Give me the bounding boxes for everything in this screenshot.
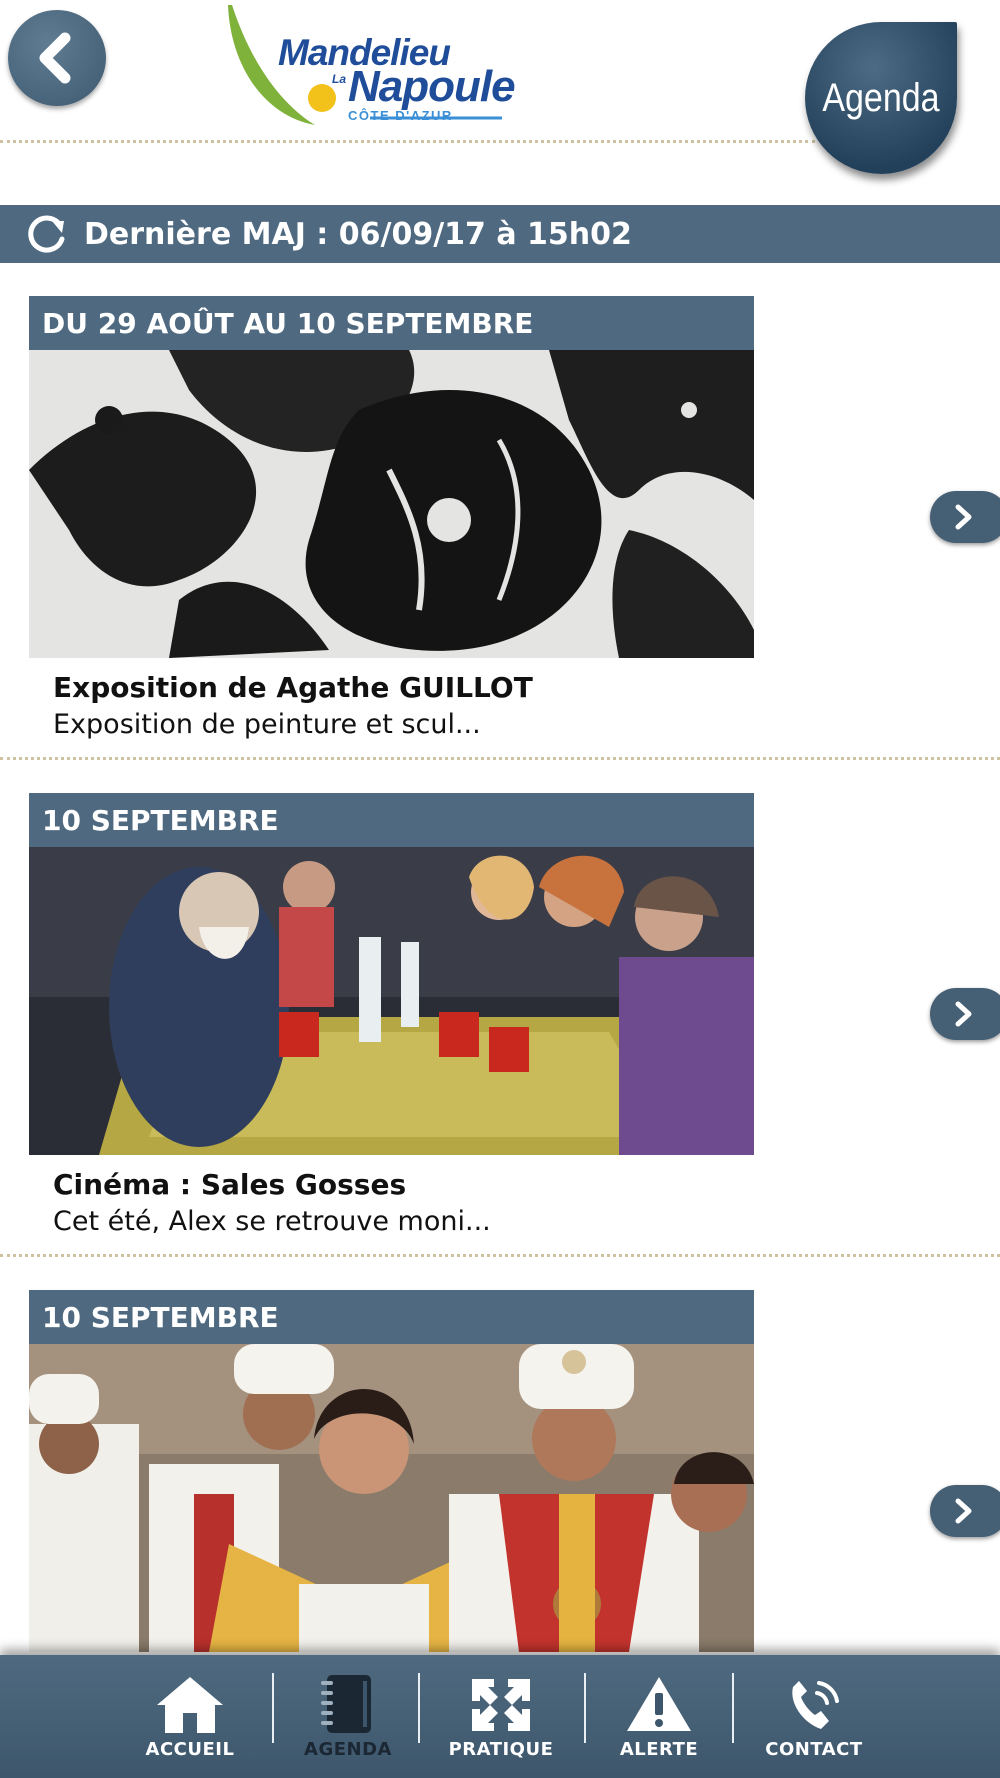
tab-label: ACCUEIL: [145, 1739, 235, 1760]
back-button[interactable]: [8, 10, 106, 106]
event-date: 10 SEPTEMBRE: [29, 1290, 754, 1344]
event-divider: [0, 757, 1000, 760]
event-title: Cinéma : Sales Gosses: [53, 1168, 407, 1201]
refresh-icon[interactable]: [24, 211, 70, 257]
event-detail-button[interactable]: [930, 988, 1000, 1040]
chevron-left-icon: [39, 32, 71, 84]
tab-label: CONTACT: [765, 1739, 863, 1760]
pratique-icon: [472, 1679, 530, 1731]
event-item[interactable]: 10 SEPTEMBRE Cinéma : Sales Gosses Cet é…: [0, 793, 1000, 1263]
tab-alerte[interactable]: ALERTE: [600, 1655, 718, 1778]
header: Mandelieu La Napoule CÔTE D'AZUR Agenda: [0, 0, 1000, 205]
event-date: 10 SEPTEMBRE: [29, 793, 754, 847]
phone-icon: [792, 1681, 839, 1729]
movie-still-image: [29, 1344, 754, 1652]
chevron-right-icon: [955, 504, 972, 530]
event-date: DU 29 AOÛT AU 10 SEPTEMBRE: [29, 296, 754, 350]
event-image[interactable]: [29, 350, 754, 658]
city-logo[interactable]: Mandelieu La Napoule CÔTE D'AZUR: [220, 0, 520, 135]
home-icon: [157, 1677, 223, 1733]
event-description: Exposition de peinture et scul...: [53, 709, 481, 740]
event-item[interactable]: DU 29 AOÛT AU 10 SEPTEMBRE Exposition de…: [0, 296, 1000, 766]
tab-label: AGENDA: [304, 1739, 392, 1760]
tab-label: ALERTE: [619, 1739, 699, 1760]
event-divider: [0, 1254, 1000, 1257]
agenda-icon: [321, 1675, 371, 1733]
last-update-text: Dernière MAJ : 06/09/17 à 15h02: [84, 216, 632, 252]
agenda-badge-label: Agenda: [822, 75, 940, 120]
tab-divider: [418, 1673, 420, 1743]
event-description: Cet été, Alex se retrouve moni...: [53, 1206, 491, 1237]
event-title: Exposition de Agathe GUILLOT: [53, 671, 533, 704]
tab-label: PRATIQUE: [448, 1739, 554, 1760]
tab-contact[interactable]: CONTACT: [748, 1655, 880, 1778]
event-image[interactable]: [29, 1344, 754, 1652]
last-update-bar: Dernière MAJ : 06/09/17 à 15h02: [0, 205, 1000, 263]
header-divider: [0, 140, 815, 143]
bottom-tab-bar: ACCUEIL AGENDA PRATIQUE ALERTE CONTACT: [0, 1655, 1000, 1778]
event-detail-button[interactable]: [930, 1485, 1000, 1537]
tab-divider: [584, 1673, 586, 1743]
tab-accueil[interactable]: ACCUEIL: [130, 1655, 250, 1778]
event-image[interactable]: [29, 847, 754, 1155]
logo-text-cote-azur: CÔTE D'AZUR: [348, 108, 453, 123]
alert-icon: [627, 1677, 691, 1731]
tab-divider: [732, 1673, 734, 1743]
logo-text-la: La: [332, 72, 347, 86]
tab-pratique[interactable]: PRATIQUE: [438, 1655, 564, 1778]
movie-still-image: [29, 847, 754, 1155]
event-detail-button[interactable]: [930, 491, 1000, 543]
chevron-right-icon: [955, 1498, 972, 1524]
tab-divider: [272, 1673, 274, 1743]
event-item[interactable]: 10 SEPTEMBRE: [0, 1290, 1000, 1670]
tab-agenda[interactable]: AGENDA: [288, 1655, 408, 1778]
ink-painting-image: [29, 350, 754, 658]
logo-text-napoule: Napoule: [348, 62, 516, 111]
chevron-right-icon: [955, 1001, 972, 1027]
agenda-section-badge: Agenda: [805, 22, 957, 174]
